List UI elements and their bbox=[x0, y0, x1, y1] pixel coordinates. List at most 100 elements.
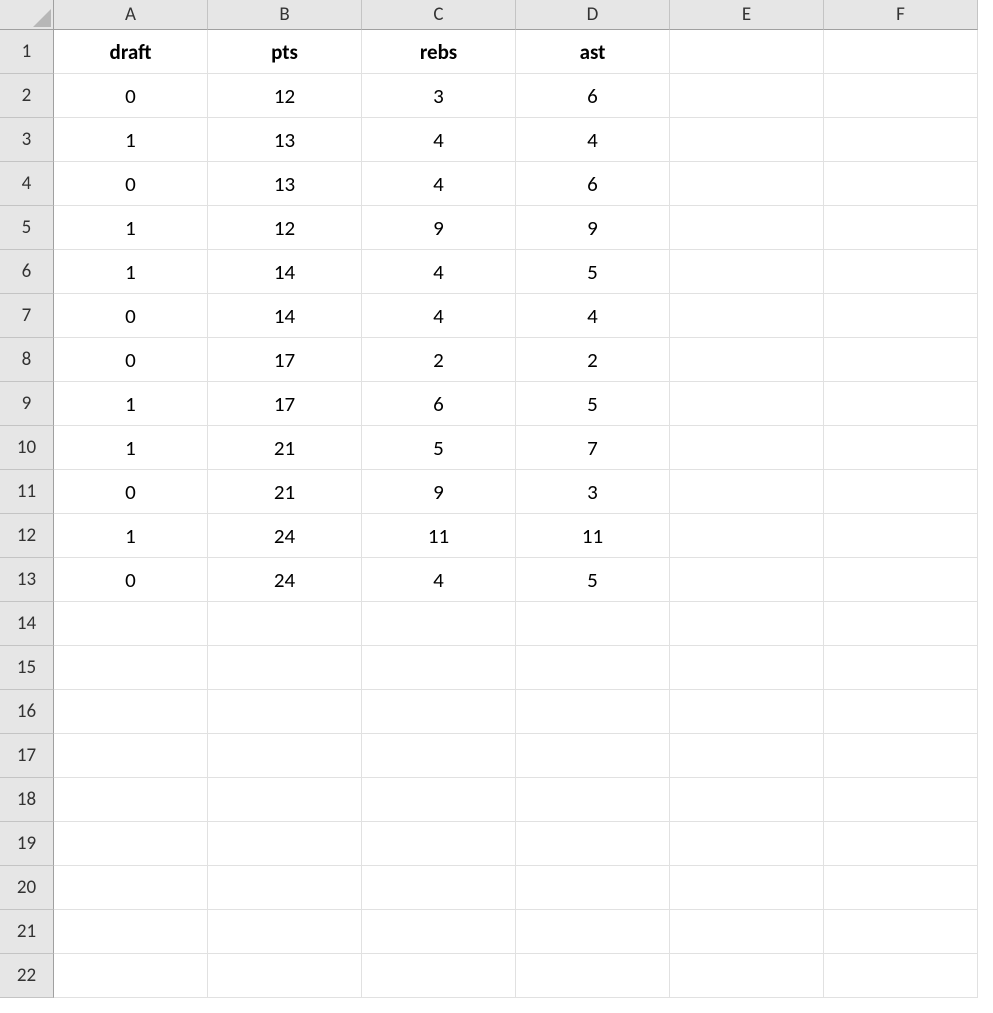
cell-B17[interactable] bbox=[208, 734, 362, 778]
cell-D12[interactable]: 11 bbox=[516, 514, 670, 558]
select-all-corner[interactable] bbox=[0, 0, 54, 30]
cell-D17[interactable] bbox=[516, 734, 670, 778]
row-header-18[interactable]: 18 bbox=[0, 778, 54, 822]
cell-A14[interactable] bbox=[54, 602, 208, 646]
col-header-D[interactable]: D bbox=[516, 0, 670, 30]
cell-D2[interactable]: 6 bbox=[516, 74, 670, 118]
row-header-8[interactable]: 8 bbox=[0, 338, 54, 382]
row-header-13[interactable]: 13 bbox=[0, 558, 54, 602]
cell-E22[interactable] bbox=[670, 954, 824, 998]
cell-F20[interactable] bbox=[824, 866, 978, 910]
cell-B18[interactable] bbox=[208, 778, 362, 822]
cell-C21[interactable] bbox=[362, 910, 516, 954]
cell-D7[interactable]: 4 bbox=[516, 294, 670, 338]
cell-B13[interactable]: 24 bbox=[208, 558, 362, 602]
cell-C18[interactable] bbox=[362, 778, 516, 822]
cell-C20[interactable] bbox=[362, 866, 516, 910]
row-header-3[interactable]: 3 bbox=[0, 118, 54, 162]
cell-B7[interactable]: 14 bbox=[208, 294, 362, 338]
row-header-22[interactable]: 22 bbox=[0, 954, 54, 998]
cell-F22[interactable] bbox=[824, 954, 978, 998]
cell-C14[interactable] bbox=[362, 602, 516, 646]
cell-A18[interactable] bbox=[54, 778, 208, 822]
cell-E15[interactable] bbox=[670, 646, 824, 690]
cell-A12[interactable]: 1 bbox=[54, 514, 208, 558]
cell-A9[interactable]: 1 bbox=[54, 382, 208, 426]
row-header-20[interactable]: 20 bbox=[0, 866, 54, 910]
cell-D1[interactable]: ast bbox=[516, 30, 670, 74]
row-header-19[interactable]: 19 bbox=[0, 822, 54, 866]
row-header-6[interactable]: 6 bbox=[0, 250, 54, 294]
cell-B6[interactable]: 14 bbox=[208, 250, 362, 294]
cell-C9[interactable]: 6 bbox=[362, 382, 516, 426]
row-header-21[interactable]: 21 bbox=[0, 910, 54, 954]
cell-B5[interactable]: 12 bbox=[208, 206, 362, 250]
cell-A22[interactable] bbox=[54, 954, 208, 998]
cell-F16[interactable] bbox=[824, 690, 978, 734]
row-header-9[interactable]: 9 bbox=[0, 382, 54, 426]
cell-A4[interactable]: 0 bbox=[54, 162, 208, 206]
row-header-17[interactable]: 17 bbox=[0, 734, 54, 778]
cell-B16[interactable] bbox=[208, 690, 362, 734]
cell-E9[interactable] bbox=[670, 382, 824, 426]
cell-F18[interactable] bbox=[824, 778, 978, 822]
cell-A10[interactable]: 1 bbox=[54, 426, 208, 470]
cell-C5[interactable]: 9 bbox=[362, 206, 516, 250]
cell-B10[interactable]: 21 bbox=[208, 426, 362, 470]
cell-A11[interactable]: 0 bbox=[54, 470, 208, 514]
cell-A21[interactable] bbox=[54, 910, 208, 954]
cell-F21[interactable] bbox=[824, 910, 978, 954]
cell-A6[interactable]: 1 bbox=[54, 250, 208, 294]
cell-E11[interactable] bbox=[670, 470, 824, 514]
cell-C7[interactable]: 4 bbox=[362, 294, 516, 338]
cell-D19[interactable] bbox=[516, 822, 670, 866]
cell-E12[interactable] bbox=[670, 514, 824, 558]
cell-B9[interactable]: 17 bbox=[208, 382, 362, 426]
row-header-15[interactable]: 15 bbox=[0, 646, 54, 690]
col-header-A[interactable]: A bbox=[54, 0, 208, 30]
cell-E5[interactable] bbox=[670, 206, 824, 250]
cell-E21[interactable] bbox=[670, 910, 824, 954]
cell-E17[interactable] bbox=[670, 734, 824, 778]
row-header-11[interactable]: 11 bbox=[0, 470, 54, 514]
cell-F1[interactable] bbox=[824, 30, 978, 74]
cell-B1[interactable]: pts bbox=[208, 30, 362, 74]
cell-F6[interactable] bbox=[824, 250, 978, 294]
cell-C22[interactable] bbox=[362, 954, 516, 998]
cell-D21[interactable] bbox=[516, 910, 670, 954]
cell-D22[interactable] bbox=[516, 954, 670, 998]
cell-D6[interactable]: 5 bbox=[516, 250, 670, 294]
cell-D5[interactable]: 9 bbox=[516, 206, 670, 250]
row-header-2[interactable]: 2 bbox=[0, 74, 54, 118]
cell-F7[interactable] bbox=[824, 294, 978, 338]
cell-B4[interactable]: 13 bbox=[208, 162, 362, 206]
cell-A3[interactable]: 1 bbox=[54, 118, 208, 162]
cell-A2[interactable]: 0 bbox=[54, 74, 208, 118]
cell-F13[interactable] bbox=[824, 558, 978, 602]
cell-A7[interactable]: 0 bbox=[54, 294, 208, 338]
cell-B2[interactable]: 12 bbox=[208, 74, 362, 118]
row-header-16[interactable]: 16 bbox=[0, 690, 54, 734]
cell-D4[interactable]: 6 bbox=[516, 162, 670, 206]
cell-D16[interactable] bbox=[516, 690, 670, 734]
cell-C1[interactable]: rebs bbox=[362, 30, 516, 74]
cell-C19[interactable] bbox=[362, 822, 516, 866]
cell-F4[interactable] bbox=[824, 162, 978, 206]
cell-A19[interactable] bbox=[54, 822, 208, 866]
cell-D3[interactable]: 4 bbox=[516, 118, 670, 162]
cell-E3[interactable] bbox=[670, 118, 824, 162]
cell-C10[interactable]: 5 bbox=[362, 426, 516, 470]
cell-D18[interactable] bbox=[516, 778, 670, 822]
row-header-7[interactable]: 7 bbox=[0, 294, 54, 338]
cell-C2[interactable]: 3 bbox=[362, 74, 516, 118]
cell-E13[interactable] bbox=[670, 558, 824, 602]
cell-F3[interactable] bbox=[824, 118, 978, 162]
cell-E8[interactable] bbox=[670, 338, 824, 382]
col-header-B[interactable]: B bbox=[208, 0, 362, 30]
cell-B20[interactable] bbox=[208, 866, 362, 910]
cell-E19[interactable] bbox=[670, 822, 824, 866]
cell-C8[interactable]: 2 bbox=[362, 338, 516, 382]
cell-C13[interactable]: 4 bbox=[362, 558, 516, 602]
cell-C15[interactable] bbox=[362, 646, 516, 690]
cell-C12[interactable]: 11 bbox=[362, 514, 516, 558]
